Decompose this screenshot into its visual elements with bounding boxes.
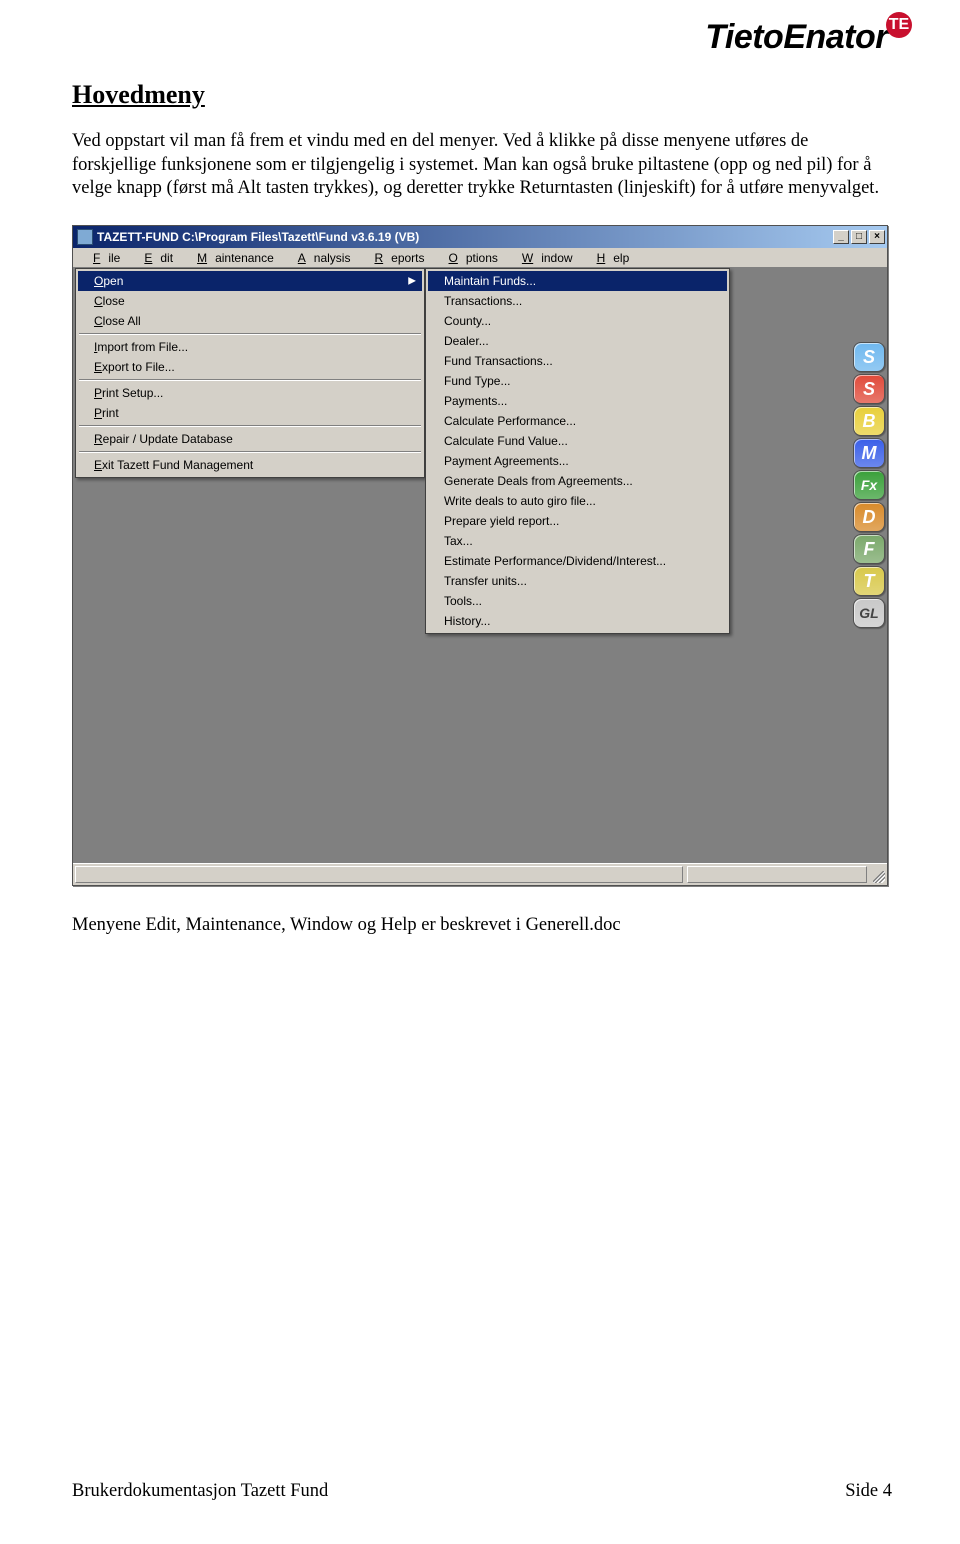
menu-separator [79,451,421,453]
menubar-item[interactable]: Help [581,249,638,267]
menu-item[interactable]: Export to File... [78,357,422,377]
submenu-item[interactable]: Generate Deals from Agreements... [428,471,727,491]
submenu-item[interactable]: Maintain Funds... [428,271,727,291]
menu-separator [79,333,421,335]
side-button[interactable]: M [853,438,885,468]
side-button[interactable]: GL [853,598,885,628]
submenu-item[interactable]: Estimate Performance/Dividend/Interest..… [428,551,727,571]
menu-item[interactable]: Close All [78,311,422,331]
maximize-button[interactable]: □ [851,230,867,244]
submenu-item[interactable]: Dealer... [428,331,727,351]
status-cell [75,866,683,883]
side-button[interactable]: S [853,342,885,372]
side-button[interactable]: S [853,374,885,404]
window-title: TAZETT-FUND C:\Program Files\Tazett\Fund… [97,230,833,244]
status-cell [687,866,867,883]
side-button[interactable]: T [853,566,885,596]
brand-text: TietoEnator [705,18,888,57]
submenu-item[interactable]: Calculate Fund Value... [428,431,727,451]
open-submenu[interactable]: Maintain Funds...Transactions...County..… [425,268,730,634]
close-button[interactable]: × [869,230,885,244]
submenu-item[interactable]: Transactions... [428,291,727,311]
side-button[interactable]: B [853,406,885,436]
statusbar [73,863,887,885]
side-button[interactable]: D [853,502,885,532]
side-button[interactable]: F [853,534,885,564]
submenu-item[interactable]: Tools... [428,591,727,611]
submenu-item[interactable]: Payments... [428,391,727,411]
titlebar: TAZETT-FUND C:\Program Files\Tazett\Fund… [73,226,887,248]
menubar-item[interactable]: Reports [358,249,432,267]
submenu-item[interactable]: Fund Transactions... [428,351,727,371]
page-footer: Brukerdokumentasjon Tazett Fund Side 4 [72,1481,892,1502]
menu-item[interactable]: Repair / Update Database [78,429,422,449]
page-heading: Hovedmeny [72,80,892,110]
footer-left: Brukerdokumentasjon Tazett Fund [72,1481,328,1502]
submenu-item[interactable]: Transfer units... [428,571,727,591]
menubar-item[interactable]: Edit [128,249,181,267]
menubar-item[interactable]: File [77,249,128,267]
menubar[interactable]: FileEditMaintenanceAnalysisReportsOption… [73,248,887,268]
minimize-button[interactable]: _ [833,230,849,244]
submenu-item[interactable]: History... [428,611,727,631]
submenu-item[interactable]: Calculate Performance... [428,411,727,431]
resize-grip-icon[interactable] [869,864,887,885]
post-screenshot-text: Menyene Edit, Maintenance, Window og Hel… [72,914,892,938]
side-button[interactable]: Fx [853,470,885,500]
menubar-item[interactable]: Options [433,249,506,267]
brand-logo: TietoEnator TE [705,18,912,57]
submenu-item[interactable]: Write deals to auto giro file... [428,491,727,511]
submenu-arrow-icon: ▶ [408,276,416,287]
submenu-item[interactable]: Fund Type... [428,371,727,391]
menu-item[interactable]: Close [78,291,422,311]
menu-item[interactable]: Open▶ [78,271,422,291]
client-area: Open▶CloseClose AllImport from File...Ex… [73,268,887,863]
submenu-item[interactable]: Payment Agreements... [428,451,727,471]
submenu-item[interactable]: County... [428,311,727,331]
menu-item[interactable]: Print Setup... [78,383,422,403]
footer-right: Side 4 [845,1481,892,1502]
menubar-item[interactable]: Window [506,249,581,267]
menubar-item[interactable]: Maintenance [181,249,282,267]
menu-separator [79,379,421,381]
menubar-item[interactable]: Analysis [282,249,359,267]
brand-badge: TE [886,12,912,38]
file-menu-dropdown[interactable]: Open▶CloseClose AllImport from File...Ex… [75,268,425,478]
side-toolbar: SSBMFxDFTGL [853,342,885,628]
submenu-item[interactable]: Tax... [428,531,727,551]
app-window: TAZETT-FUND C:\Program Files\Tazett\Fund… [72,225,888,886]
menu-separator [79,425,421,427]
submenu-item[interactable]: Prepare yield report... [428,511,727,531]
menu-item[interactable]: Exit Tazett Fund Management [78,455,422,475]
menu-item[interactable]: Import from File... [78,337,422,357]
menu-item[interactable]: Print [78,403,422,423]
intro-paragraph: Ved oppstart vil man få frem et vindu me… [72,130,892,201]
app-icon [77,229,93,245]
